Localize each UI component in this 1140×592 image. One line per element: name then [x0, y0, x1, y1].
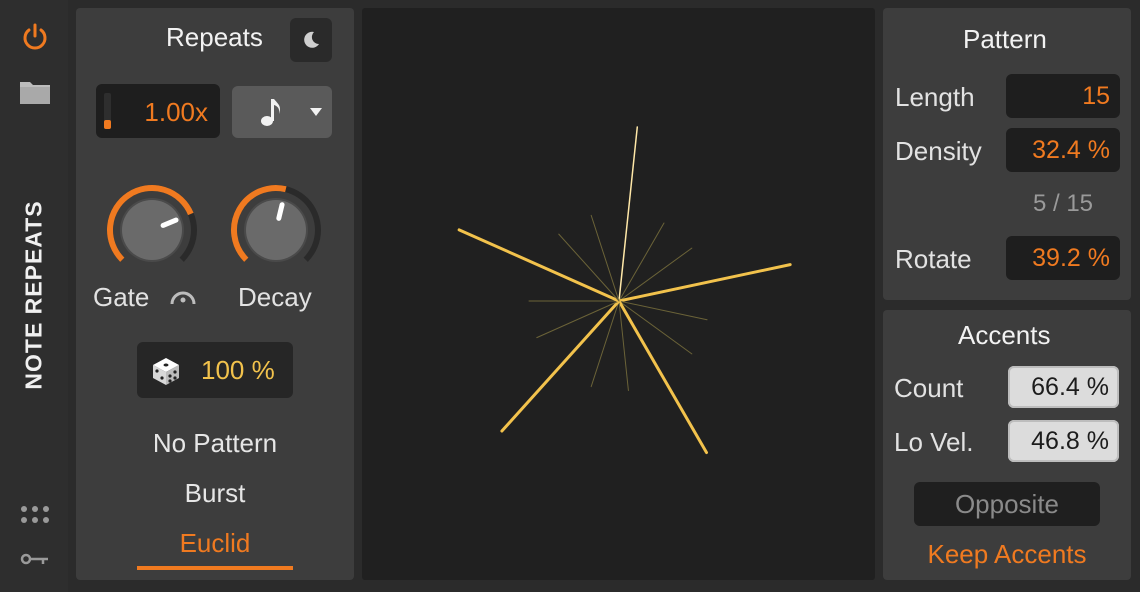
dots-grid-icon[interactable]	[20, 504, 50, 526]
lo-vel-label: Lo Vel.	[894, 427, 974, 457]
gate-mode-icon[interactable]	[168, 286, 198, 308]
keep-accents-toggle[interactable]: Keep Accents	[883, 539, 1131, 570]
active-step-line-9	[500, 299, 621, 433]
pattern-display	[362, 8, 875, 580]
opposite-button[interactable]: Opposite	[914, 482, 1100, 526]
eighth-note-icon	[261, 99, 281, 126]
device-rail: NOTE REPEATS	[0, 0, 68, 592]
decay-knob[interactable]	[226, 176, 326, 276]
rate-field[interactable]: 1.00x	[96, 84, 220, 138]
dice-icon	[153, 358, 179, 385]
count-field[interactable]: 66.4 %	[1008, 366, 1119, 408]
mode-no-pattern[interactable]: No Pattern	[76, 428, 354, 459]
density-label: Density	[895, 136, 982, 166]
key-icon[interactable]	[20, 550, 50, 568]
pattern-title: Pattern	[963, 24, 1047, 54]
device-title: NOTE REPEATS	[20, 200, 47, 390]
power-icon[interactable]	[20, 22, 50, 52]
rotate-field[interactable]: 39.2 %	[1006, 236, 1120, 280]
inactive-step-line-10	[536, 300, 620, 339]
hits-ratio: 5 / 15	[1032, 190, 1094, 217]
repeats-title: Repeats	[166, 22, 263, 52]
night-mode-button[interactable]	[290, 18, 332, 62]
note-division-dropdown[interactable]	[232, 86, 332, 138]
inactive-step-line-8	[590, 300, 620, 388]
repeats-panel: Repeats 1.00x Gate Decay 100 % No Patter…	[76, 8, 354, 580]
density-field[interactable]: 32.4 %	[1006, 128, 1120, 172]
inactive-step-line-13	[558, 233, 620, 302]
chevron-down-icon	[310, 108, 322, 116]
rate-level-fill	[104, 120, 111, 129]
rate-value: 1.00x	[144, 97, 208, 127]
rotate-label: Rotate	[895, 244, 972, 274]
inactive-step-line-14	[590, 214, 620, 302]
active-step-line-6	[617, 299, 708, 455]
pattern-panel: Pattern Length 15 Density 32.4 % 5 / 15 …	[883, 8, 1131, 300]
length-field[interactable]: 15	[1006, 74, 1120, 118]
accents-panel: Accents Count 66.4 % Lo Vel. 46.8 % Oppo…	[883, 310, 1131, 580]
selected-mode-underline	[137, 566, 293, 570]
decay-label: Decay	[238, 282, 312, 312]
gate-label: Gate	[93, 282, 150, 312]
moon-icon	[304, 31, 319, 48]
mode-euclid[interactable]: Euclid	[76, 528, 354, 559]
lo-vel-field[interactable]: 46.8 %	[1008, 420, 1119, 462]
rate-level-meter	[104, 93, 111, 129]
gate-knob[interactable]	[102, 176, 202, 276]
folder-icon[interactable]	[19, 79, 51, 105]
count-label: Count	[894, 373, 964, 403]
euclid-star-graph	[457, 126, 792, 455]
active-step-line-12	[457, 228, 621, 303]
accents-title: Accents	[958, 320, 1051, 350]
length-label: Length	[895, 82, 975, 112]
chance-value: 100 %	[201, 355, 275, 385]
chance-field[interactable]: 100 %	[137, 342, 293, 398]
mode-burst[interactable]: Burst	[76, 478, 354, 509]
